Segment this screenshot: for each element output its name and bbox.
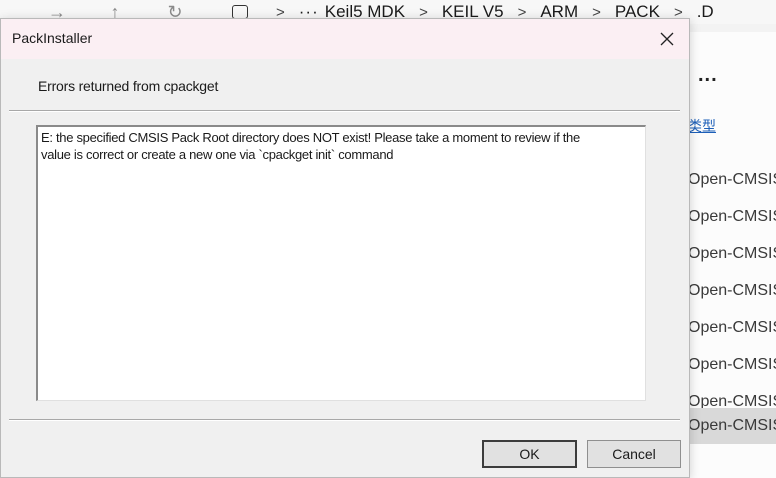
divider <box>9 110 680 112</box>
list-item[interactable]: Open-CMSIS <box>688 236 776 272</box>
list-item[interactable]: Open-CMSIS <box>688 162 776 198</box>
list-item[interactable]: Open-CMSIS <box>688 310 776 346</box>
error-message-box[interactable]: E: the specified CMSIS Pack Root directo… <box>36 125 646 401</box>
list-item[interactable]: Open-CMSIS <box>688 273 776 309</box>
ok-button[interactable]: OK <box>482 440 577 468</box>
dialog-title: PackInstaller <box>12 30 93 46</box>
list-item[interactable]: Open-CMSIS <box>688 199 776 235</box>
error-heading: Errors returned from cpackget <box>38 78 219 94</box>
close-button[interactable] <box>645 19 689 59</box>
close-icon <box>660 32 674 46</box>
cancel-button[interactable]: Cancel <box>587 440 681 468</box>
window-icon <box>232 5 248 19</box>
packinstaller-dialog: PackInstaller Errors returned from cpack… <box>0 18 690 478</box>
more-options-icon[interactable]: ... <box>698 64 718 87</box>
file-list-pane: ... 类型 Open-CMSIS Open-CMSIS Open-CMSIS … <box>688 32 776 478</box>
breadcrumb-item[interactable]: .D <box>697 2 714 22</box>
dialog-titlebar[interactable]: PackInstaller <box>1 19 689 59</box>
list-item-selected[interactable]: Open-CMSIS <box>688 408 776 444</box>
list-item[interactable]: Open-CMSIS <box>688 347 776 383</box>
type-column-header[interactable]: 类型 <box>688 116 716 136</box>
divider <box>9 419 680 421</box>
